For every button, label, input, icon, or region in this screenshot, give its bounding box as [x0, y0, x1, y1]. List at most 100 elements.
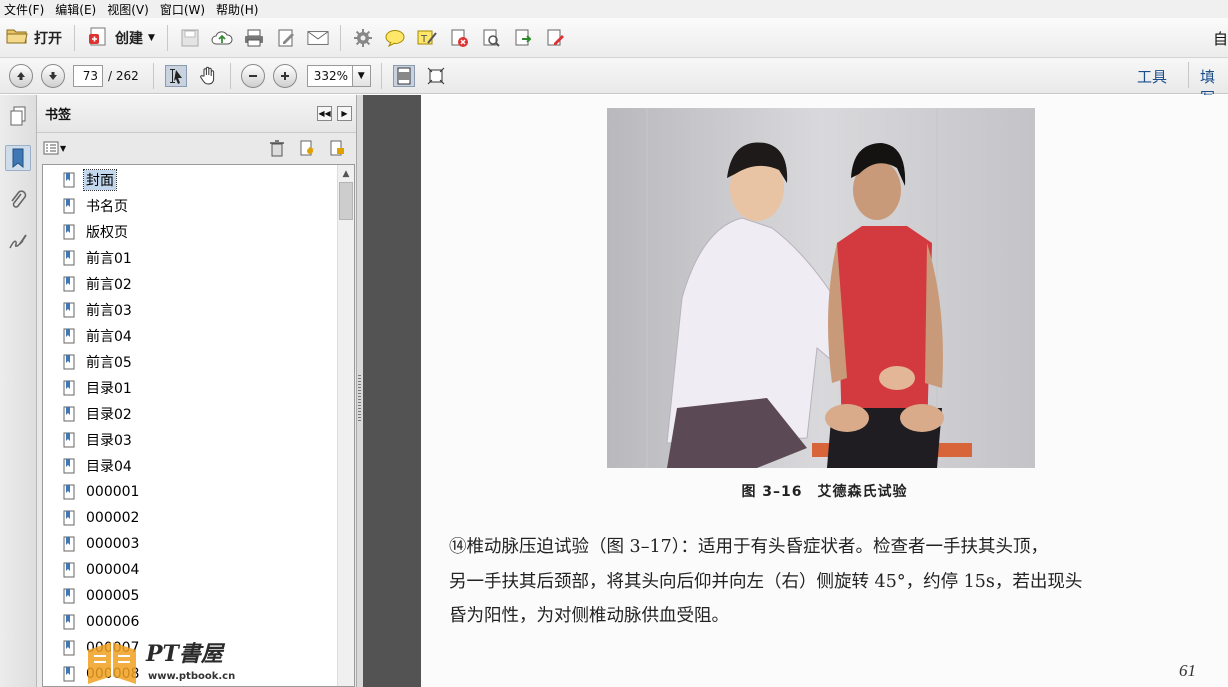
scroll-up-arrow-icon[interactable]: ▲	[338, 165, 354, 182]
toolbar-divider	[1188, 62, 1189, 88]
form-edit-icon[interactable]	[544, 27, 566, 49]
bookmark-label: 前言02	[86, 277, 132, 293]
menu-file[interactable]: 文件(F)	[0, 1, 51, 18]
paragraph-line: 另一手扶其后颈部，将其头向后仰并向左（右）侧旋转 45°，约停 15s，若出现头	[449, 572, 1083, 592]
chevron-down-icon: ▼	[148, 32, 155, 43]
gear-icon[interactable]	[352, 27, 374, 49]
watermark-logo: PT書屋 www.ptbook.cn	[84, 632, 254, 687]
bookmark-properties-icon[interactable]	[328, 139, 346, 160]
bookmark-item[interactable]: 目录03	[63, 428, 134, 452]
menu-window[interactable]: 窗口(W)	[156, 1, 212, 18]
navigation-pane-strip	[0, 95, 37, 687]
open-label: 打开	[34, 30, 62, 47]
bookmark-label: 封面	[83, 169, 117, 191]
bookmark-icon	[63, 380, 75, 396]
bookmark-label: 前言05	[86, 355, 132, 371]
folder-icon	[6, 27, 28, 48]
bookmark-icon	[63, 458, 75, 474]
bookmark-item[interactable]: 前言04	[63, 324, 134, 348]
menu-view[interactable]: 视图(V)	[103, 1, 156, 18]
bookmarks-panel-icon[interactable]	[5, 145, 31, 171]
full-screen-icon[interactable]	[425, 65, 447, 87]
cloud-upload-icon[interactable]	[211, 27, 233, 49]
bookmark-icon	[63, 250, 75, 266]
document-viewport[interactable]: 图 3–16 艾德森氏试验 ⑭椎动脉压迫试验（图 3–17）：适用于有头昏症状者…	[363, 95, 1228, 687]
edit-document-icon[interactable]	[275, 27, 297, 49]
tools-pane-link[interactable]: 工具	[1137, 66, 1167, 87]
toolbar-divider	[380, 62, 382, 89]
main-toolbar: 打开 创建 ▼ T 自	[0, 18, 1228, 58]
bookmarks-toolbar: ▼	[37, 133, 356, 163]
zoom-level-input[interactable]: 332%	[306, 64, 353, 87]
bookmark-item[interactable]: 000004	[63, 558, 141, 582]
bookmark-item[interactable]: 000001	[63, 480, 141, 504]
bookmark-item[interactable]: 前言05	[63, 350, 134, 374]
open-button[interactable]: 打开	[0, 23, 68, 53]
new-bookmark-icon[interactable]	[298, 139, 316, 160]
toolbar-divider	[166, 24, 168, 51]
bookmark-icon	[63, 354, 75, 370]
save-icon[interactable]	[179, 27, 201, 49]
bookmark-icon	[63, 328, 75, 344]
scrollbar-thumb[interactable]	[339, 182, 353, 220]
print-icon[interactable]	[243, 27, 265, 49]
bookmark-item[interactable]: 书名页	[63, 194, 130, 218]
panel-arrow-button[interactable]: ▶	[337, 106, 352, 121]
export-icon[interactable]	[512, 27, 534, 49]
menu-help[interactable]: 帮助(H)	[212, 1, 265, 18]
mail-icon[interactable]	[307, 27, 329, 49]
bookmark-item[interactable]: 前言01	[63, 246, 134, 270]
bookmark-item[interactable]: 目录04	[63, 454, 134, 478]
bookmark-item[interactable]: 目录01	[63, 376, 134, 400]
bookmark-item[interactable]: 封面	[63, 168, 117, 192]
bookmarks-header: 书签 ◀◀ ▶	[37, 95, 356, 133]
bookmark-item[interactable]: 000006	[63, 610, 141, 634]
paperclip-icon[interactable]	[5, 187, 31, 213]
trash-icon[interactable]	[269, 139, 285, 160]
highlight-text-icon[interactable]: T	[416, 27, 438, 49]
bookmark-item[interactable]: 000002	[63, 506, 141, 530]
previous-page-button[interactable]	[9, 63, 33, 88]
page-thumbnails-icon[interactable]	[5, 103, 31, 129]
bookmark-icon	[63, 224, 75, 240]
bookmark-icon	[63, 666, 75, 682]
select-tool-icon[interactable]	[164, 64, 187, 87]
document-search-icon[interactable]	[480, 27, 502, 49]
minus-icon	[248, 74, 257, 77]
next-page-button[interactable]	[41, 63, 65, 88]
toolbar-overflow-label[interactable]: 自	[1213, 28, 1228, 49]
page-number-input[interactable]: 73	[73, 64, 103, 87]
bookmark-item[interactable]: 前言02	[63, 272, 134, 296]
bookmark-item[interactable]: 000003	[63, 532, 141, 556]
fit-page-icon[interactable]	[392, 64, 415, 87]
zoom-out-button[interactable]	[240, 63, 265, 88]
menu-edit[interactable]: 编辑(E)	[51, 1, 103, 18]
document-page: 图 3–16 艾德森氏试验 ⑭椎动脉压迫试验（图 3–17）：适用于有头昏症状者…	[421, 95, 1228, 687]
comment-icon[interactable]	[384, 27, 406, 49]
bookmarks-list: ▲ 封面 书名页 版权页 前言01 前言02 前言03 前言04 前言05 目录01 目录02 目录…	[42, 164, 355, 687]
signature-icon[interactable]	[5, 229, 31, 255]
double-chevron-left-icon: ◀◀	[318, 109, 331, 118]
delete-page-icon[interactable]	[448, 27, 470, 49]
collapse-panel-button[interactable]: ◀◀	[317, 106, 332, 121]
bookmark-item[interactable]: 000005	[63, 584, 141, 608]
chevron-right-icon: ▶	[341, 109, 348, 118]
hand-tool-icon[interactable]	[197, 65, 219, 87]
zoom-dropdown-button[interactable]: ▼	[352, 64, 371, 87]
page-number: 61	[1179, 661, 1196, 680]
menu-bar: 文件(F) 编辑(E) 视图(V) 窗口(W) 帮助(H)	[0, 0, 1228, 18]
bookmark-item[interactable]: 目录02	[63, 402, 134, 426]
bookmark-item[interactable]: 前言03	[63, 298, 134, 322]
splitter-grip[interactable]	[358, 375, 361, 421]
options-menu-icon[interactable]: ▼	[43, 141, 66, 155]
create-pdf-icon	[87, 25, 109, 50]
svg-text:T: T	[420, 34, 428, 45]
bookmark-icon	[63, 484, 75, 500]
arrow-down-icon	[49, 71, 57, 80]
toolbar-divider	[74, 24, 75, 51]
create-button[interactable]: 创建 ▼	[81, 23, 161, 53]
bookmark-item[interactable]: 版权页	[63, 220, 130, 244]
zoom-in-button[interactable]	[272, 63, 297, 88]
bookmarks-scrollbar[interactable]: ▲	[337, 165, 354, 686]
toolbar-divider	[152, 62, 154, 89]
